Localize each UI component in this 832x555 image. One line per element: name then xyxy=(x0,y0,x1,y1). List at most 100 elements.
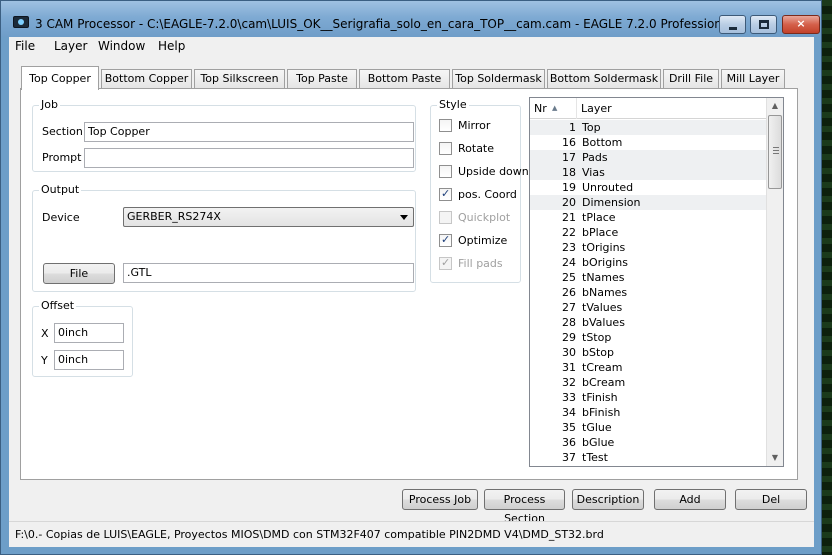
layer-row[interactable]: 35 tGlue xyxy=(530,420,767,435)
layer-row[interactable]: 21 tPlace xyxy=(530,210,767,225)
nr-column-header[interactable]: Nr ▲ xyxy=(530,98,577,119)
layer-row[interactable]: 34 bFinish xyxy=(530,405,767,420)
cam-processor-window: 3 CAM Processor - C:\EAGLE-7.2.0\cam\LUI… xyxy=(0,0,822,555)
layer-row[interactable]: 31 tCream xyxy=(530,360,767,375)
quickplot-checkbox xyxy=(439,211,452,224)
layer-nr: 33 xyxy=(562,391,576,404)
layer-row[interactable]: 17 Pads xyxy=(530,150,767,165)
tab-bottom-copper[interactable]: Bottom Copper xyxy=(101,69,192,89)
layer-nr: 32 xyxy=(562,376,576,389)
layer-row[interactable]: 30 bStop xyxy=(530,345,767,360)
layer-name: tTest xyxy=(582,451,608,464)
layer-row[interactable]: 27 tValues xyxy=(530,300,767,315)
menu-layer[interactable]: Layer xyxy=(54,39,87,53)
layer-row[interactable]: 18 Vias xyxy=(530,165,767,180)
del-button[interactable]: Del xyxy=(735,489,807,510)
layer-nr: 22 xyxy=(562,226,576,239)
layer-row[interactable]: 1 Top xyxy=(530,120,767,135)
menu-window[interactable]: Window xyxy=(98,39,145,53)
mirror-checkbox[interactable] xyxy=(439,119,452,132)
layer-row[interactable]: 19 Unrouted xyxy=(530,180,767,195)
tab-top-paste[interactable]: Top Paste xyxy=(287,69,357,89)
scroll-down-icon[interactable]: ▼ xyxy=(767,450,783,466)
tab-top-copper[interactable]: Top Copper xyxy=(21,66,99,90)
layer-row[interactable]: 37 tTest xyxy=(530,450,767,465)
window-title: 3 CAM Processor - C:\EAGLE-7.2.0\cam\LUI… xyxy=(35,17,733,31)
layer-column-header[interactable]: Layer xyxy=(577,98,767,119)
layer-row[interactable]: 26 bNames xyxy=(530,285,767,300)
tab-strip: Top Copper Bottom Copper Top Silkscreen … xyxy=(9,55,814,90)
layer-nr: 28 xyxy=(562,316,576,329)
offset-y-label: Y xyxy=(41,354,48,367)
layer-name: tGlue xyxy=(582,421,612,434)
layer-name: bGlue xyxy=(582,436,615,449)
layer-name: tFinish xyxy=(582,391,618,404)
offset-x-input[interactable]: 0inch xyxy=(54,323,124,343)
upside-down-checkbox[interactable] xyxy=(439,165,452,178)
menu-file[interactable]: File xyxy=(15,39,35,53)
chevron-down-icon xyxy=(400,215,408,220)
layer-row[interactable]: 25 tNames xyxy=(530,270,767,285)
layer-row[interactable]: 24 bOrigins xyxy=(530,255,767,270)
layer-list-header: Nr ▲ Layer xyxy=(530,98,767,119)
maximize-icon xyxy=(759,20,769,29)
title-bar[interactable]: 3 CAM Processor - C:\EAGLE-7.2.0\cam\LUI… xyxy=(1,1,821,37)
menu-bar: File Layer Window Help xyxy=(9,37,814,55)
layer-nr: 29 xyxy=(562,331,576,344)
layer-nr: 21 xyxy=(562,211,576,224)
layer-row[interactable]: 33 tFinish xyxy=(530,390,767,405)
tab-bottom-paste[interactable]: Bottom Paste xyxy=(359,69,450,89)
section-input[interactable]: Top Copper xyxy=(84,122,414,142)
scroll-thumb[interactable] xyxy=(768,115,782,189)
add-button[interactable]: Add xyxy=(654,489,726,510)
layer-row[interactable]: 22 bPlace xyxy=(530,225,767,240)
tab-panel-top-copper: Job Section Top Copper Prompt Output Dev… xyxy=(20,88,798,480)
tab-mill-layer[interactable]: Mill Layer xyxy=(721,69,785,89)
tab-bottom-soldermask[interactable]: Bottom Soldermask xyxy=(547,69,661,89)
close-button[interactable]: × xyxy=(782,15,820,34)
layer-row[interactable]: 28 bValues xyxy=(530,315,767,330)
pos-coord-checkbox[interactable] xyxy=(439,187,452,201)
cam-processor-icon xyxy=(13,16,29,28)
maximize-button[interactable] xyxy=(750,15,777,34)
layer-nr: 27 xyxy=(562,301,576,314)
tab-drill-file[interactable]: Drill File xyxy=(663,69,719,89)
description-button[interactable]: Description xyxy=(572,489,644,510)
scroll-up-icon[interactable]: ▲ xyxy=(767,98,783,114)
device-label: Device xyxy=(42,211,80,224)
layer-name: tCream xyxy=(582,361,623,374)
layer-nr: 36 xyxy=(562,436,576,449)
layer-nr: 19 xyxy=(562,181,576,194)
mirror-label: Mirror xyxy=(458,119,491,132)
layer-row[interactable]: 32 bCream xyxy=(530,375,767,390)
layer-name: bOrigins xyxy=(582,256,628,269)
layer-row[interactable]: 16 Bottom xyxy=(530,135,767,150)
rotate-checkbox[interactable] xyxy=(439,142,452,155)
layer-name: bPlace xyxy=(582,226,619,239)
layer-name: Top xyxy=(582,121,601,134)
minimize-button[interactable] xyxy=(719,15,746,34)
minimize-icon xyxy=(729,27,737,30)
device-select[interactable]: GERBER_RS274X xyxy=(123,207,414,227)
prompt-input[interactable] xyxy=(84,148,414,168)
process-section-button[interactable]: Process Section xyxy=(484,489,565,525)
menu-help[interactable]: Help xyxy=(158,39,185,53)
layer-row[interactable]: 29 tStop xyxy=(530,330,767,345)
grip-icon xyxy=(773,147,779,154)
layer-list-scrollbar[interactable]: ▲ ▼ xyxy=(766,98,783,466)
layer-row[interactable]: 36 bGlue xyxy=(530,435,767,450)
layer-row[interactable]: 23 tOrigins xyxy=(530,240,767,255)
layer-name: tOrigins xyxy=(582,241,626,254)
layer-nr: 24 xyxy=(562,256,576,269)
process-job-button[interactable]: Process Job xyxy=(402,489,478,510)
tab-top-silkscreen[interactable]: Top Silkscreen xyxy=(194,69,285,89)
offset-y-input[interactable]: 0inch xyxy=(54,350,124,370)
optimize-checkbox[interactable] xyxy=(439,233,452,247)
file-button[interactable]: File xyxy=(43,263,115,284)
layer-list[interactable]: Nr ▲ Layer 1 Top 16 Bottom 17 Pads 18 Vias 19 Unr… xyxy=(529,97,784,467)
nr-column-label: Nr xyxy=(534,102,547,115)
layer-row[interactable]: 20 Dimension xyxy=(530,195,767,210)
layer-rows: 1 Top 16 Bottom 17 Pads 18 Vias 19 Unrouted 20 Dime… xyxy=(530,120,767,465)
file-input[interactable]: .GTL xyxy=(123,263,414,283)
tab-top-soldermask[interactable]: Top Soldermask xyxy=(452,69,545,89)
